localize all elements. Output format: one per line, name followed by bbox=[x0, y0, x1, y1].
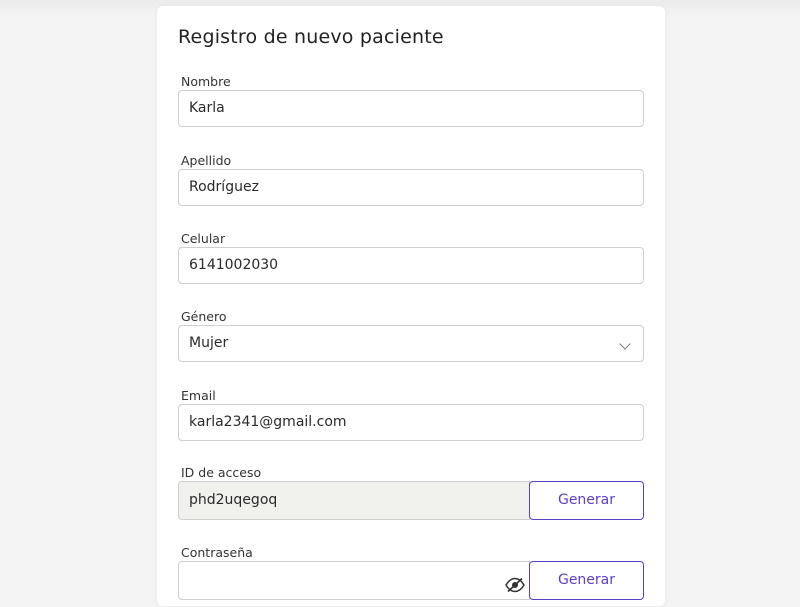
email-label: Email bbox=[181, 388, 216, 403]
id-acceso-label: ID de acceso bbox=[181, 465, 262, 480]
apellido-label: Apellido bbox=[181, 153, 232, 168]
genero-select[interactable]: Mujer bbox=[178, 325, 644, 362]
generate-password-button[interactable]: Generar bbox=[529, 561, 644, 600]
nombre-input[interactable]: Karla bbox=[178, 90, 644, 127]
genero-label: Género bbox=[181, 309, 227, 324]
generate-id-button[interactable]: Generar bbox=[529, 481, 644, 520]
celular-label: Celular bbox=[181, 231, 226, 246]
id-acceso-input: phd2uqegoq bbox=[178, 481, 530, 520]
page-title: Registro de nuevo paciente bbox=[178, 26, 444, 48]
chevron-down-icon bbox=[619, 338, 631, 350]
nombre-label: Nombre bbox=[181, 74, 231, 89]
email-input[interactable]: karla2341@gmail.com bbox=[178, 404, 644, 441]
apellido-input[interactable]: Rodríguez bbox=[178, 169, 644, 206]
contrasena-label: Contraseña bbox=[181, 545, 253, 560]
patient-registration-card: Registro de nuevo paciente Nombre Karla … bbox=[157, 6, 665, 606]
celular-input[interactable]: 6141002030 bbox=[178, 247, 644, 284]
genero-selected-value: Mujer bbox=[189, 335, 229, 351]
eye-slash-icon[interactable] bbox=[505, 572, 525, 593]
password-input[interactable] bbox=[178, 561, 530, 600]
